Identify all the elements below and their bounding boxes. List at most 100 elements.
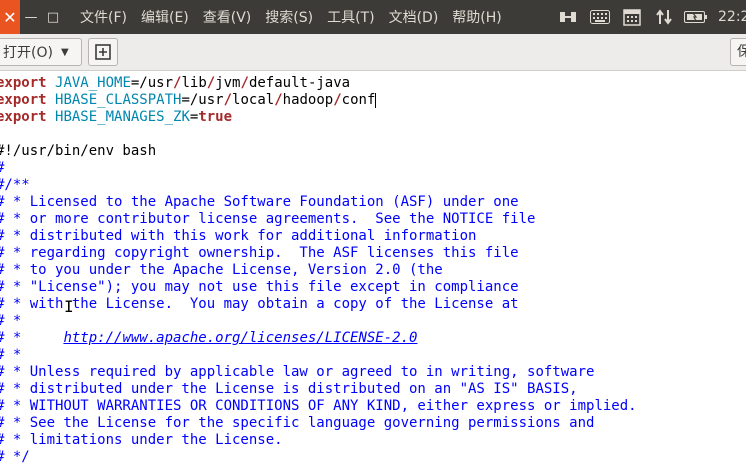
open-button[interactable]: 打开(O) ▼ [0, 38, 82, 66]
code-token: / [333, 92, 342, 108]
menu-file[interactable]: 文件(F) [74, 7, 133, 27]
menubar: 文件(F) 编辑(E) 查看(V) 搜索(S) 工具(T) 文档(D) 帮助(H… [74, 0, 510, 34]
code-line: # * or more contributor license agreemen… [0, 211, 637, 228]
save-button-label: 保 [737, 44, 746, 60]
menu-help[interactable]: 帮助(H) [446, 7, 507, 27]
code-token: HBASE_MANAGES_ZK [55, 109, 190, 125]
new-tab-button[interactable] [88, 38, 118, 66]
input-method-icon[interactable] [552, 0, 584, 34]
code-token: # * to you under the Apache License, Ver… [0, 262, 443, 278]
code-token: # * distributed under the License is dis… [0, 381, 578, 397]
code-line: #/** [0, 177, 637, 194]
code-line: # */ [0, 449, 637, 466]
code-token: export [0, 109, 47, 125]
network-icon[interactable] [648, 0, 680, 34]
menu-edit[interactable]: 编辑(E) [135, 7, 195, 27]
window-controls: ✕ — □ [0, 0, 64, 34]
clock[interactable]: 22:2 [712, 9, 746, 25]
code-token: # * See the License for the specific lan… [0, 415, 595, 431]
code-token: # * "License"); you may not use this fil… [0, 279, 519, 295]
code-token: # * WITHOUT WARRANTIES OR CONDITIONS OF … [0, 398, 637, 414]
toolbar: 打开(O) ▼ 保 [0, 34, 746, 71]
text-editor[interactable]: export JAVA_HOME=/usr/lib/jvm/default-ja… [0, 71, 746, 476]
code-token: # * [0, 330, 64, 346]
code-token: =/usr [130, 75, 174, 91]
maximize-icon: □ [46, 9, 60, 25]
open-button-label: 打开(O) [3, 45, 53, 61]
menu-documents[interactable]: 文档(D) [383, 7, 445, 27]
code-token: / [223, 92, 233, 108]
maximize-window-button[interactable]: □ [42, 0, 64, 34]
code-token: lib [181, 75, 207, 91]
code-token: # * [0, 313, 22, 329]
code-line: # * http://www.apache.org/licenses/LICEN… [0, 330, 637, 347]
code-line: #!/usr/bin/env bash [0, 143, 637, 160]
text-cursor-ibeam-icon: I [64, 297, 74, 316]
editor-lines: export JAVA_HOME=/usr/lib/jvm/default-ja… [0, 75, 637, 466]
code-token: / [206, 75, 216, 91]
code-line: # * limitations under the License. [0, 432, 637, 449]
code-token: # * [0, 347, 22, 363]
code-token: jvm [215, 75, 241, 91]
code-token: / [274, 92, 283, 108]
license-link[interactable]: http://www.apache.org/licenses/LICENSE-2… [63, 330, 417, 346]
menu-search[interactable]: 搜索(S) [259, 7, 319, 27]
code-line: # * with the License. You may obtain a c… [0, 296, 637, 313]
code-line: # * distributed under the License is dis… [0, 381, 637, 398]
code-line: # * See the License for the specific lan… [0, 415, 637, 432]
calendar-icon[interactable] [616, 0, 648, 34]
code-token: # * distributed with this work for addit… [0, 228, 477, 244]
code-token: # * or more contributor license agreemen… [0, 211, 536, 227]
new-document-icon [95, 44, 111, 60]
close-window-button[interactable]: ✕ [0, 0, 20, 34]
code-token: # * Licensed to the Apache Software Foun… [0, 194, 519, 210]
save-button[interactable]: 保 [730, 38, 746, 66]
code-token: JAVA_HOME [55, 75, 131, 91]
code-line: # * regarding copyright ownership. The A… [0, 245, 637, 262]
code-line: export JAVA_HOME=/usr/lib/jvm/default-ja… [0, 75, 637, 92]
code-token: #/** [0, 177, 30, 193]
code-token: # * Unless required by applicable law or… [0, 364, 595, 380]
code-token: conf [341, 92, 376, 108]
code-line: # * WITHOUT WARRANTIES OR CONDITIONS OF … [0, 398, 637, 415]
code-token: hadoop [282, 92, 334, 108]
code-token: #!/usr/bin/env bash [0, 143, 157, 159]
keyboard-icon[interactable] [584, 0, 616, 34]
chevron-down-icon: ▼ [60, 46, 69, 58]
code-token: true [198, 109, 233, 125]
text-caret [375, 92, 377, 108]
code-line: # * Unless required by applicable law or… [0, 364, 637, 381]
code-token: / [240, 75, 249, 91]
code-line: export HBASE_CLASSPATH=/usr/local/hadoop… [0, 92, 637, 109]
code-line: # * "License"); you may not use this fil… [0, 279, 637, 296]
code-line: ​ [0, 126, 637, 143]
code-token: # [0, 160, 4, 176]
code-token: default-java [248, 75, 351, 91]
code-token: =/usr [181, 92, 224, 108]
code-token: # * regarding copyright ownership. The A… [0, 245, 519, 261]
menu-view[interactable]: 查看(V) [197, 7, 258, 27]
code-line: # * [0, 313, 637, 330]
code-line: # * [0, 347, 637, 364]
code-line: # [0, 160, 637, 177]
code-token: export [0, 75, 47, 91]
system-tray: 22:2 [552, 0, 746, 34]
code-token: local [232, 92, 275, 108]
code-token: HBASE_CLASSPATH [55, 92, 182, 108]
code-line: # * to you under the Apache License, Ver… [0, 262, 637, 279]
code-line: # * distributed with this work for addit… [0, 228, 637, 245]
menu-tools[interactable]: 工具(T) [321, 7, 380, 27]
top-panel: ✕ — □ 文件(F) 编辑(E) 查看(V) 搜索(S) 工具(T) 文档(D… [0, 0, 746, 34]
close-icon: ✕ [3, 7, 17, 27]
code-line: # * Licensed to the Apache Software Foun… [0, 194, 637, 211]
minimize-icon: — [24, 9, 38, 25]
code-token: # * limitations under the License. [0, 432, 283, 448]
code-token: # * with the License. You may obtain a c… [0, 296, 519, 312]
battery-icon[interactable] [680, 0, 712, 34]
code-token: export [0, 92, 47, 108]
minimize-window-button[interactable]: — [20, 0, 42, 34]
code-token: # */ [0, 449, 30, 465]
code-line: export HBASE_MANAGES_ZK=true [0, 109, 637, 126]
